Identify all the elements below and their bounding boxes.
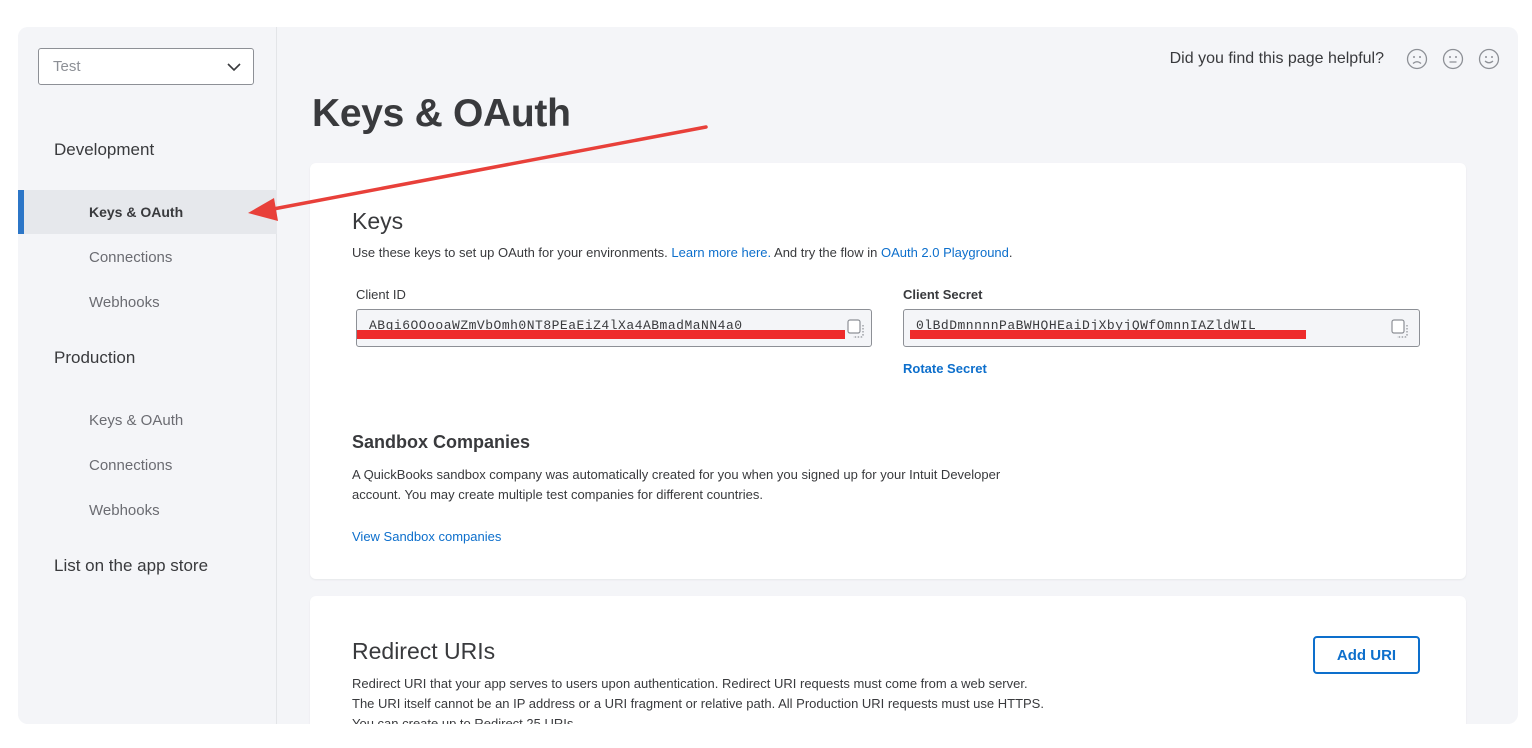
sidebar-item-dev-webhooks[interactable]: Webhooks	[18, 280, 277, 324]
environment-select-value: Test	[53, 58, 81, 75]
keys-description-text-2: And try the flow in	[771, 245, 881, 260]
sidebar-item-dev-connections[interactable]: Connections	[18, 235, 277, 279]
client-secret-label: Client Secret	[903, 287, 983, 302]
client-id-label: Client ID	[356, 287, 406, 302]
sidebar-section-development: Development	[54, 140, 155, 159]
keys-description-text-3: .	[1008, 245, 1013, 260]
keys-description: Use these keys to set up OAuth for your …	[352, 243, 1013, 263]
main-content: Did you find this page helpful? Keys & O…	[278, 27, 1518, 724]
feedback-bar: Did you find this page helpful?	[1170, 48, 1500, 70]
client-secret-redaction	[910, 330, 1306, 339]
rotate-secret-link[interactable]: Rotate Secret	[903, 361, 987, 376]
feedback-question: Did you find this page helpful?	[1169, 50, 1384, 67]
sidebar-item-app-store[interactable]: List on the app store	[54, 556, 208, 576]
add-uri-button[interactable]: Add URI	[1313, 636, 1420, 674]
sidebar-item-prod-keys-oauth[interactable]: Keys & OAuth	[18, 398, 277, 442]
sidebar-item-prod-webhooks[interactable]: Webhooks	[18, 488, 277, 532]
keys-card: Keys Use these keys to set up OAuth for …	[310, 163, 1466, 579]
keys-heading: Keys	[352, 208, 404, 234]
client-secret-field[interactable]: 0lBdDmnnnnPaBWHQHEaiDjXbyjQWfOmnnIAZldWI…	[903, 309, 1420, 347]
neutral-face-icon[interactable]	[1442, 48, 1464, 70]
learn-more-link[interactable]: Learn more here.	[671, 245, 771, 260]
redirect-uris-card: Redirect URIs Add URI Redirect URI that …	[310, 596, 1466, 724]
page-title: Keys & OAuth	[312, 92, 571, 135]
copy-icon[interactable]	[1391, 319, 1409, 338]
copy-icon[interactable]	[847, 319, 865, 338]
sandbox-description-line-1: A QuickBooks sandbox company was automat…	[352, 467, 1001, 482]
sad-face-icon[interactable]	[1406, 48, 1428, 70]
keys-description-text: Use these keys to set up OAuth for your …	[352, 245, 672, 260]
sidebar-section-production: Production	[54, 348, 136, 367]
sidebar: Test Development Keys & OAuth Connection…	[18, 27, 277, 724]
sidebar-item-dev-keys-oauth[interactable]: Keys & OAuth	[18, 190, 277, 234]
environment-select[interactable]: Test	[38, 48, 254, 85]
happy-face-icon[interactable]	[1478, 48, 1500, 70]
sandbox-description: A QuickBooks sandbox company was automat…	[352, 465, 1000, 505]
chevron-down-icon	[227, 62, 241, 71]
sandbox-heading: Sandbox Companies	[352, 432, 531, 452]
redirect-uris-description: Redirect URI that your app serves to use…	[352, 674, 1044, 724]
redirect-uris-heading: Redirect URIs	[352, 638, 496, 664]
oauth-playground-link[interactable]: OAuth 2.0 Playground	[881, 245, 1009, 260]
redirect-description-line-3: You can create up to Redirect 25 URIs.	[352, 716, 577, 724]
sandbox-description-line-2: account. You may create multiple test co…	[352, 487, 763, 502]
client-id-redaction	[357, 330, 845, 339]
redirect-description-line-2: The URI itself cannot be an IP address o…	[352, 696, 1044, 711]
view-sandbox-link[interactable]: View Sandbox companies	[352, 527, 501, 547]
client-id-field[interactable]: ABqi6OOooaWZmVbOmh0NT8PEaEiZ4lXa4ABmadMa…	[356, 309, 872, 347]
redirect-description-line-1: Redirect URI that your app serves to use…	[352, 676, 1028, 691]
app-frame: Test Development Keys & OAuth Connection…	[18, 27, 1518, 724]
sidebar-item-prod-connections[interactable]: Connections	[18, 443, 277, 487]
